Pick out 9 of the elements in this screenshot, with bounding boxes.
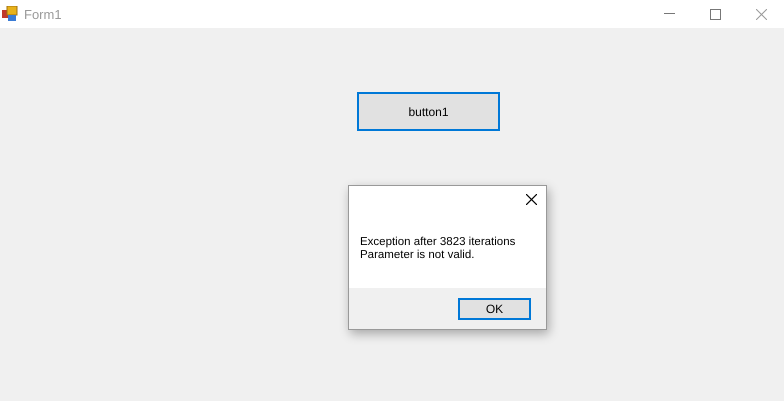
message-text: Parameter is not valid. — [360, 249, 476, 262]
message-text: Exception after 3823 iterations — [360, 236, 516, 249]
window-title: Form1 — [24, 6, 63, 22]
ok-button[interactable]: OK — [458, 298, 531, 320]
close-icon[interactable] — [526, 194, 537, 205]
app-icon — [2, 6, 18, 22]
maximize-icon[interactable] — [710, 8, 720, 20]
minimize-icon[interactable] — [664, 13, 674, 15]
form-button[interactable]: button1 — [357, 92, 500, 131]
